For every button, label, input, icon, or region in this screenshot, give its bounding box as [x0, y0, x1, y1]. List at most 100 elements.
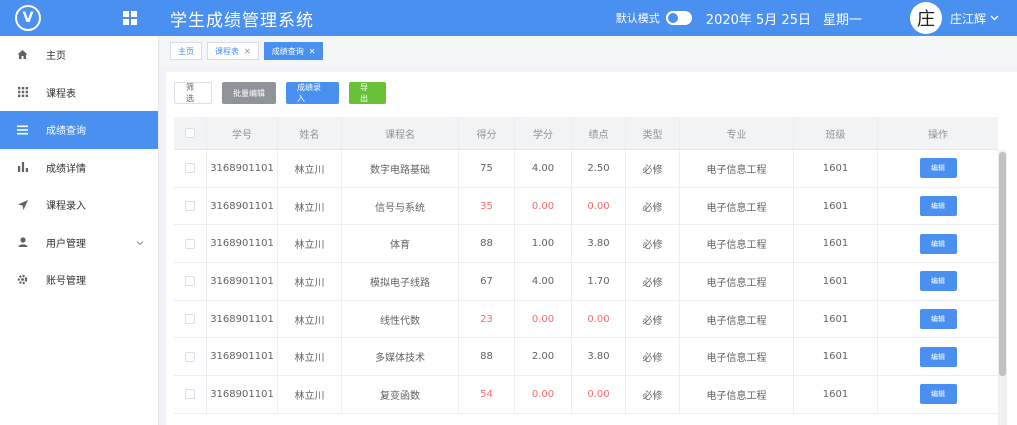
course-name-cell: 复变函数 — [342, 376, 459, 413]
avatar[interactable]: 庄 — [909, 2, 942, 34]
edit-button[interactable]: 编辑 — [919, 384, 957, 405]
row-checkbox[interactable] — [185, 163, 195, 174]
column-header[interactable]: 专业 — [680, 117, 794, 149]
operation-cell: 编辑 — [878, 301, 998, 338]
content-panel: 筛选 批量编辑 成绩录入 导出 学号 姓名 课程名 得分 学分 绩点 类型 专业… — [166, 72, 1017, 425]
class-cell: 1601 — [794, 376, 878, 413]
close-icon[interactable]: ✕ — [244, 47, 251, 56]
row-select-cell — [174, 225, 207, 263]
column-header[interactable]: 得分 — [459, 117, 515, 149]
score-cell: 88 — [459, 338, 515, 376]
edit-button[interactable]: 编辑 — [919, 271, 957, 292]
gpa-cell: 2.50 — [572, 150, 626, 187]
row-select-cell — [174, 150, 207, 187]
gpa-cell: 0.00 — [572, 376, 626, 413]
sidebar-item-course-entry[interactable]: 课程录入 — [0, 186, 158, 224]
select-all-checkbox[interactable] — [185, 128, 195, 138]
sidebar-item-home[interactable]: 主页 — [0, 36, 158, 74]
course-name-cell: 数字电路基础 — [342, 150, 459, 187]
student-name-cell: 林立川 — [278, 225, 342, 263]
column-header[interactable]: 学号 — [207, 117, 278, 149]
score-cell: 35 — [459, 187, 515, 225]
edit-button[interactable]: 编辑 — [919, 233, 957, 254]
row-checkbox[interactable] — [185, 276, 195, 287]
row-checkbox[interactable] — [185, 238, 195, 249]
course-name-cell: 线性代数 — [342, 300, 459, 338]
bar-chart-icon — [17, 162, 28, 173]
column-header[interactable]: 类型 — [626, 117, 680, 149]
sidebar-item-schedule[interactable]: 课程表 — [0, 74, 158, 112]
mode-toggle[interactable] — [665, 11, 692, 25]
column-header[interactable]: 姓名 — [278, 117, 342, 149]
major-cell: 电子信息工程 — [680, 376, 794, 413]
export-button[interactable]: 导出 — [349, 82, 386, 104]
student-id-cell: 3168901101 — [207, 263, 278, 300]
score-cell: 67 — [459, 263, 515, 300]
credit-cell: 0.00 — [515, 187, 572, 225]
chevron-down-icon[interactable] — [136, 238, 144, 249]
credit-cell: 4.00 — [515, 263, 572, 300]
app-title: 学生成绩管理系统 — [170, 10, 314, 31]
column-header[interactable]: 课程名 — [342, 117, 459, 149]
sidebar-item-grade-query[interactable]: 成绩查询 — [0, 111, 158, 149]
sidebar-item-label: 成绩详情 — [46, 163, 86, 175]
batch-edit-button[interactable]: 批量编辑 — [222, 82, 276, 104]
sidebar-item-label: 主页 — [46, 51, 66, 63]
edit-button[interactable]: 编辑 — [919, 196, 957, 217]
column-header[interactable]: 绩点 — [572, 117, 626, 149]
row-select-cell — [174, 187, 207, 225]
row-checkbox[interactable] — [185, 314, 195, 325]
table-row: 3168901101 林立川 信号与系统 35 0.00 0.00 必修 电子信息工程 1601… — [174, 187, 998, 226]
logo[interactable]: V — [0, 0, 56, 36]
course-name-cell: 多媒体技术 — [342, 338, 459, 376]
student-name-cell: 林立川 — [278, 376, 342, 413]
tab-home[interactable]: 主页 — [170, 42, 202, 60]
mode-label: 默认模式 — [615, 12, 660, 25]
row-checkbox[interactable] — [185, 201, 195, 212]
credit-cell: 4.00 — [515, 150, 572, 187]
table-scrollbar[interactable] — [998, 150, 1007, 425]
row-select-cell — [174, 376, 207, 413]
tabs-bar: 主页 课程表 ✕ 成绩查询 ✕ — [160, 36, 1017, 66]
sidebar-item-account-management[interactable]: 账号管理 — [0, 261, 158, 299]
column-header[interactable]: 学分 — [515, 117, 572, 149]
column-header[interactable]: 班级 — [794, 117, 878, 149]
student-name-cell: 林立川 — [278, 187, 342, 225]
filter-button[interactable]: 筛选 — [174, 82, 212, 104]
student-name-cell: 林立川 — [278, 338, 342, 376]
row-checkbox[interactable] — [185, 389, 195, 400]
table-row: 3168901101 林立川 复变函数 54 0.00 0.00 必修 电子信息工程 1601 编… — [174, 376, 998, 414]
edit-button[interactable]: 编辑 — [919, 309, 957, 330]
score-cell: 88 — [459, 225, 515, 263]
tab-schedule[interactable]: 课程表 ✕ — [207, 42, 259, 60]
column-header: 操作 — [928, 129, 948, 141]
tab-label: 主页 — [178, 46, 194, 56]
toolbar: 筛选 批量编辑 成绩录入 导出 — [174, 82, 396, 104]
table-row: 3168901101 林立川 线性代数 23 0.00 0.00 必修 电子信息工程 1601 编… — [174, 300, 998, 339]
student-name-cell: 林立川 — [278, 300, 342, 338]
sidebar-item-grade-detail[interactable]: 成绩详情 — [0, 149, 158, 187]
table-body: 3168901101 林立川 数字电路基础 75 4.00 2.50 必修 电子信息工程 160… — [174, 150, 998, 414]
major-cell: 电子信息工程 — [680, 150, 794, 187]
student-id-cell: 3168901101 — [207, 300, 278, 338]
table-row: 3168901101 林立川 体育 88 1.00 3.80 必修 电子信息工程 1601 编辑 — [174, 225, 998, 264]
weekday-text: 星期一 — [822, 12, 862, 28]
sidebar-item-label: 成绩查询 — [46, 126, 86, 138]
user-name[interactable]: 庄江辉 — [950, 10, 986, 27]
tab-grade-query[interactable]: 成绩查询 ✕ — [263, 42, 324, 60]
class-cell: 1601 — [794, 187, 878, 225]
close-icon[interactable]: ✕ — [309, 47, 316, 56]
edit-button[interactable]: 编辑 — [919, 158, 957, 179]
apps-grid-button[interactable] — [110, 0, 150, 36]
grade-entry-button[interactable]: 成绩录入 — [286, 82, 339, 104]
user-icon — [17, 237, 28, 248]
sidebar-item-user-management[interactable]: 用户管理 — [0, 224, 158, 262]
edit-button[interactable]: 编辑 — [919, 346, 957, 367]
chevron-down-icon[interactable] — [990, 15, 999, 21]
row-checkbox[interactable] — [185, 351, 195, 362]
major-cell: 电子信息工程 — [680, 187, 794, 225]
gpa-cell: 0.00 — [572, 300, 626, 338]
student-name-cell: 林立川 — [278, 150, 342, 187]
scrollbar-thumb[interactable] — [999, 152, 1006, 376]
course-type-cell: 必修 — [626, 376, 680, 413]
